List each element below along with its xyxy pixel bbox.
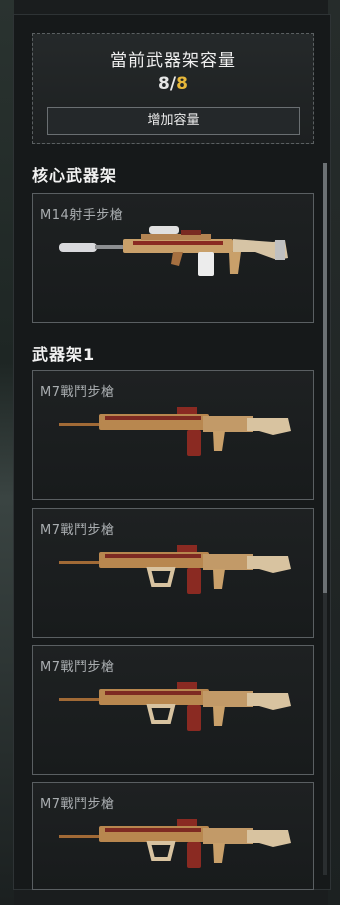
assault-rifle-icon	[59, 545, 291, 594]
capacity-max: 8	[176, 74, 188, 94]
background-left-edge	[0, 0, 14, 905]
assault-rifle-icon	[59, 682, 291, 731]
weapon-slot[interactable]: M7戰鬥步槍	[32, 645, 314, 775]
weapon-slot[interactable]: M7戰鬥步槍	[32, 370, 314, 500]
marksman-rifle-icon	[59, 226, 288, 276]
scrollbar-thumb[interactable]	[323, 163, 327, 593]
capacity-box: 當前武器架容量 8/8 增加容量	[32, 33, 314, 144]
weapon-slot[interactable]: M7戰鬥步槍	[32, 508, 314, 638]
assault-rifle-icon	[59, 819, 291, 868]
capacity-count: 8/8	[33, 74, 313, 94]
capacity-current: 8	[158, 74, 170, 94]
assault-rifle-icon	[59, 407, 291, 456]
capacity-title: 當前武器架容量	[110, 51, 236, 71]
section-title-rack-1: 武器架1	[32, 345, 96, 364]
weapon-slot-core[interactable]: M14射手步槍	[32, 193, 314, 323]
increase-capacity-button[interactable]: 增加容量	[47, 107, 300, 135]
weapon-slot[interactable]: M7戰鬥步槍	[32, 782, 314, 890]
section-title-core-rack: 核心武器架	[32, 166, 118, 185]
scrollbar-track[interactable]	[323, 163, 327, 875]
